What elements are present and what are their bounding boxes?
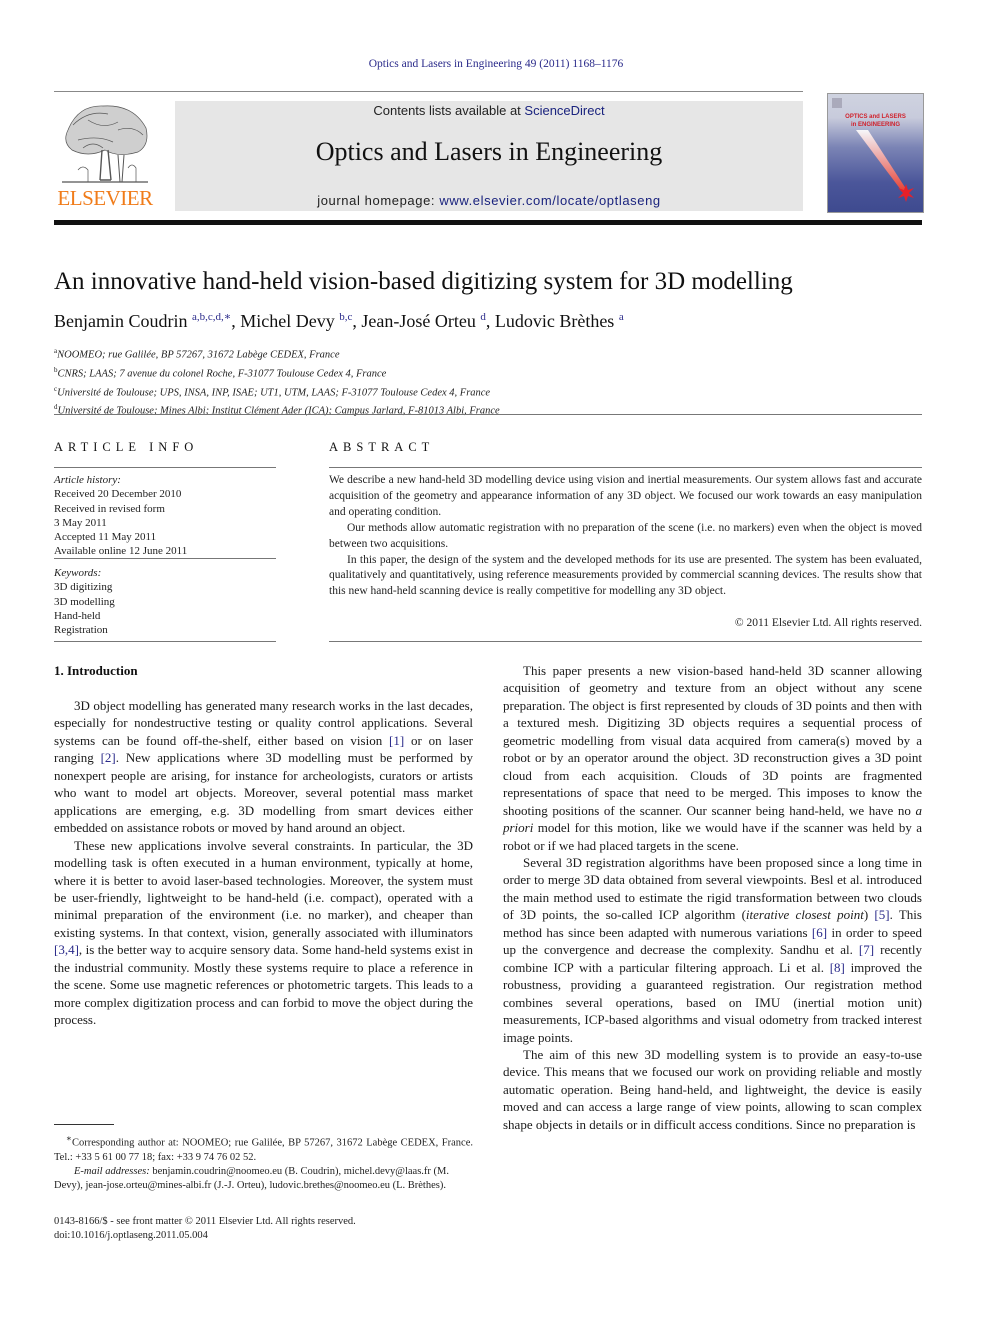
author-name[interactable]: Benjamin Coudrin <box>54 311 188 331</box>
citation-link[interactable]: [8] <box>830 960 845 975</box>
affiliations: aNOOMEO; rue Galilée, BP 57267, 31672 La… <box>54 344 500 419</box>
journal-title: Optics and Lasers in Engineering <box>315 137 663 166</box>
masthead-top-rule <box>54 91 803 92</box>
elsevier-tree-icon <box>62 105 148 183</box>
italic-term: iterative closest point <box>745 907 864 923</box>
elsevier-wordmark: ELSEVIER <box>57 186 153 210</box>
body-paragraph: This paper presents a new vision-based h… <box>503 662 922 854</box>
affiliation-item: dUniversité de Toulouse; Mines Albi; Ins… <box>54 400 500 419</box>
history-item: Accepted 11 May 2011 <box>54 531 157 544</box>
affiliation-item: cUniversité de Toulouse; UPS, INSA, INP,… <box>54 382 500 401</box>
front-matter: 0143-8166/$ - see front matter © 2011 El… <box>54 1215 356 1244</box>
abstract-divider <box>329 641 922 642</box>
affiliation-item: aNOOMEO; rue Galilée, BP 57267, 31672 La… <box>54 344 500 363</box>
article-info-divider <box>54 641 276 642</box>
article-info-divider <box>54 558 276 559</box>
article-info-heading: ARTICLE INFO <box>54 440 199 454</box>
article-info-divider <box>54 467 276 468</box>
email-label: E-mail addresses: <box>74 1166 150 1178</box>
laser-beam-icon <box>832 98 914 202</box>
citation-link[interactable]: [2] <box>101 750 116 765</box>
history-item: Available online 12 June 2011 <box>54 545 188 558</box>
history-item: Received 20 December 2010 <box>54 488 182 501</box>
contents-line: Contents lists available at ScienceDirec… <box>175 103 803 118</box>
sciencedirect-link[interactable]: ScienceDirect <box>524 103 604 118</box>
journal-cover-image[interactable]: OPTICS and LASERS in ENGINEERING <box>827 93 924 213</box>
affiliation-text: CNRS; LAAS; 7 avenue du colonel Roche, F… <box>57 368 387 380</box>
contents-prefix: Contents lists available at <box>373 103 525 118</box>
issn-line: 0143-8166/$ - see front matter © 2011 El… <box>54 1216 356 1227</box>
body-paragraph: These new applications involve several c… <box>54 837 473 1029</box>
author-name[interactable]: Jean-José Orteu <box>361 311 475 331</box>
email-note: E-mail addresses: benjamin.coudrin@noome… <box>54 1165 473 1194</box>
author-affiliation-marks[interactable]: d <box>480 311 486 323</box>
citation-link[interactable]: [5] <box>874 907 889 922</box>
text-run: model for this motion, like we would hav… <box>503 820 922 853</box>
author-name[interactable]: Ludovic Brèthes <box>495 311 614 331</box>
citation-link[interactable]: [1] <box>389 733 404 748</box>
text-run: This paper presents a new vision-based h… <box>503 663 922 818</box>
keyword-item: Registration <box>54 624 108 637</box>
keyword-item: Hand-held <box>54 609 101 622</box>
keywords-label: Keywords: <box>54 567 102 579</box>
text-run: , is the better way to acquire sensory d… <box>54 942 473 1028</box>
body-column-right: This paper presents a new vision-based h… <box>503 662 922 1133</box>
footnotes: ∗Corresponding author at: NOOMEO; rue Ga… <box>54 1131 473 1194</box>
history-item: 3 May 2011 <box>54 516 107 529</box>
author-list: Benjamin Coudrin a,b,c,d,∗, Michel Devy … <box>54 311 624 331</box>
affiliation-text: Université de Toulouse; Mines Albi; Inst… <box>57 405 500 417</box>
abstract-paragraph: In this paper, the design of the system … <box>329 553 922 598</box>
body-paragraph: The aim of this new 3D modelling system … <box>503 1046 922 1132</box>
footnote-text: Corresponding author at: NOOMEO; rue Gal… <box>54 1137 473 1163</box>
footnote-rule <box>54 1124 114 1125</box>
abstract-divider <box>329 467 922 468</box>
corresponding-author-note: ∗Corresponding author at: NOOMEO; rue Ga… <box>54 1131 473 1165</box>
elsevier-logo[interactable]: ELSEVIER <box>54 100 156 212</box>
history-label: Article history: <box>54 474 121 486</box>
history-item: Received in revised form <box>54 502 165 515</box>
copyright-notice: © 2011 Elsevier Ltd. All rights reserved… <box>734 617 922 629</box>
citation-link[interactable]: [7] <box>859 942 874 957</box>
article-history: Article history: Received 20 December 20… <box>54 473 187 559</box>
citation-link[interactable]: [3,4] <box>54 942 79 957</box>
masthead-bottom-rule <box>54 220 922 225</box>
author-name[interactable]: Michel Devy <box>240 311 334 331</box>
citation-link[interactable]: [6] <box>812 925 827 940</box>
journal-masthead: Contents lists available at ScienceDirec… <box>175 101 803 211</box>
keywords: Keywords: 3D digitizing 3D modelling Han… <box>54 566 115 637</box>
text-run: These new applications involve several c… <box>54 837 473 940</box>
body-paragraph: 3D object modelling has generated many r… <box>54 697 473 837</box>
journal-homepage-link[interactable]: www.elsevier.com/locate/optlaseng <box>439 193 660 208</box>
author-affiliation-marks[interactable]: a,b,c,d,∗ <box>192 311 231 323</box>
body-column-left: 3D object modelling has generated many r… <box>54 697 473 1029</box>
keyword-item: 3D digitizing <box>54 581 113 594</box>
section-heading: 1. Introduction <box>54 663 138 678</box>
affiliation-text: NOOMEO; rue Galilée, BP 57267, 31672 Lab… <box>57 349 340 361</box>
text-run: . New applications where 3D modelling mu… <box>54 750 473 836</box>
author-affiliation-marks[interactable]: a <box>619 311 624 323</box>
article-title: An innovative hand-held vision-based dig… <box>54 268 793 295</box>
doi-link[interactable]: doi:10.1016/j.optlaseng.2011.05.004 <box>54 1229 356 1243</box>
abstract-paragraph: Our methods allow automatic registration… <box>329 521 922 550</box>
abstract-body: We describe a new hand-held 3D modelling… <box>329 473 922 600</box>
body-paragraph: Several 3D registration algorithms have … <box>503 854 922 1046</box>
abstract-paragraph: We describe a new hand-held 3D modelling… <box>329 474 922 518</box>
author-affiliation-marks[interactable]: b,c <box>339 311 352 323</box>
homepage-prefix: journal homepage: <box>317 193 440 208</box>
affiliation-text: Université de Toulouse; UPS, INSA, INP, … <box>57 387 491 399</box>
keyword-item: 3D modelling <box>54 595 115 608</box>
abstract-heading: ABSTRACT <box>329 440 435 454</box>
text-run: ) <box>863 907 875 923</box>
affiliation-divider <box>54 414 922 415</box>
running-header[interactable]: Optics and Lasers in Engineering 49 (201… <box>0 58 992 70</box>
affiliation-item: bCNRS; LAAS; 7 avenue du colonel Roche, … <box>54 363 500 382</box>
homepage-line: journal homepage: www.elsevier.com/locat… <box>175 193 803 208</box>
